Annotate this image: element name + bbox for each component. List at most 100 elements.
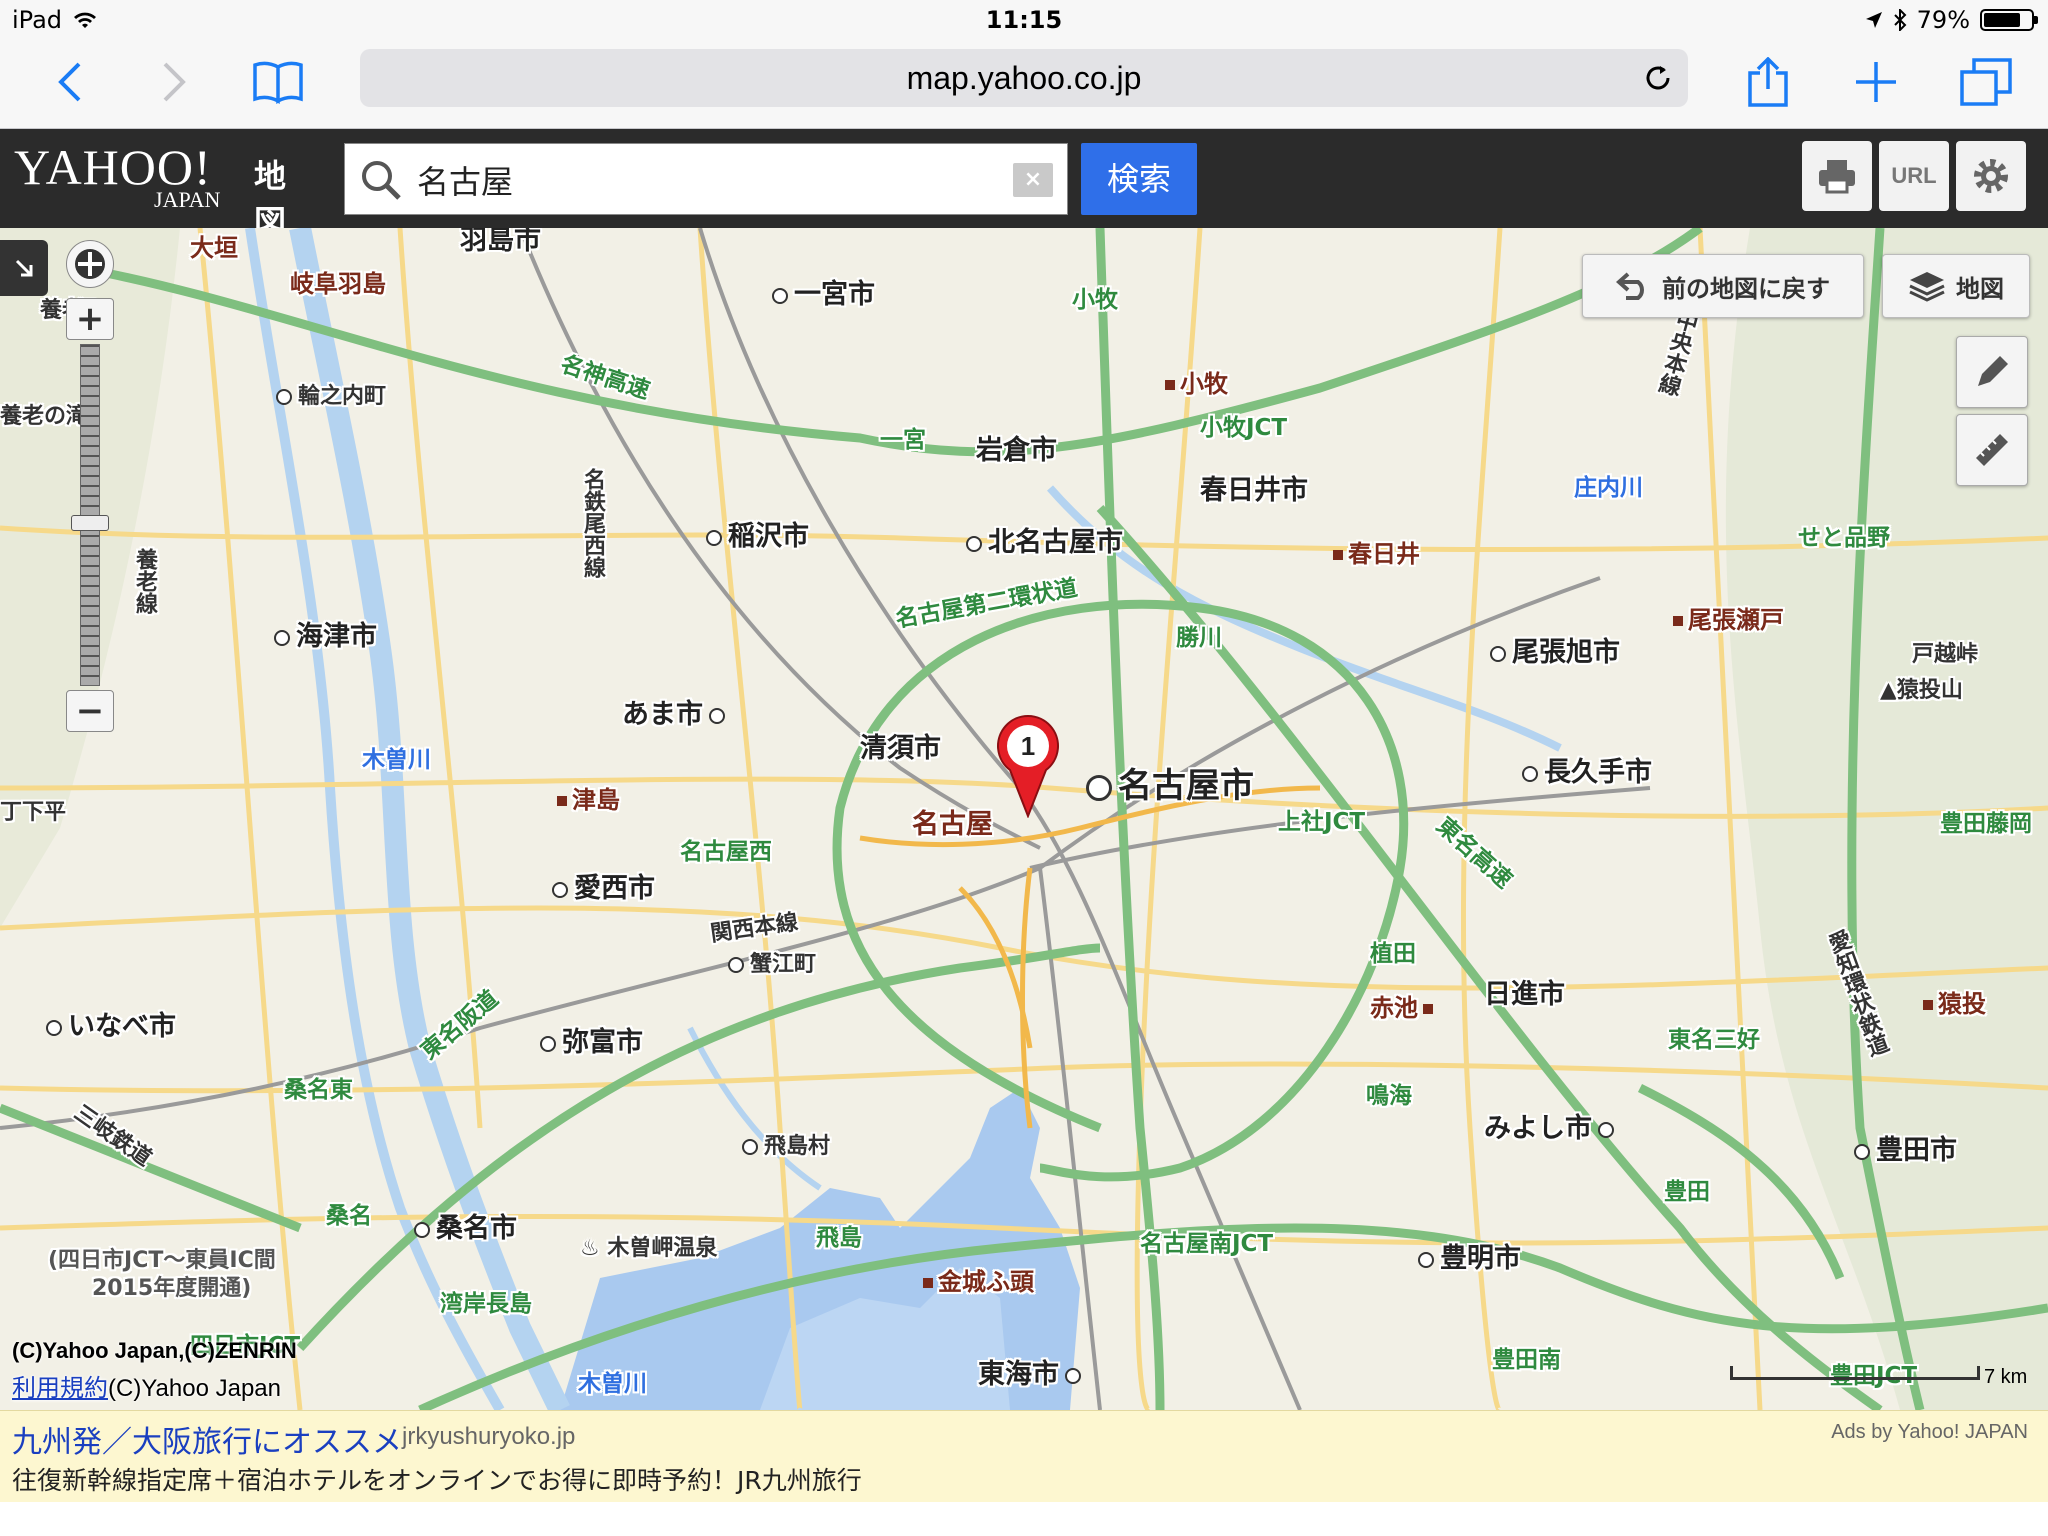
clear-search-button[interactable]: × [1013, 163, 1053, 197]
map-label-kuwana-shi[interactable]: 桑名市 [436, 1213, 517, 1244]
map-label-toyoake[interactable]: 豊明市 [1440, 1243, 1521, 1274]
map-label-sanage[interactable]: 猿投 [1938, 990, 1986, 1018]
map-label-kuwana-ic[interactable]: 桑名 [326, 1203, 372, 1229]
search-box: × [344, 143, 1068, 216]
share-icon[interactable] [1738, 52, 1798, 112]
yahoo-map-header: YAHOO! JAPAN 地図 × 検索 URL [0, 129, 2048, 241]
map-label-gifu-hashima[interactable]: 岐阜羽島 [290, 270, 386, 298]
map-label-ama[interactable]: あま市 [622, 699, 703, 730]
map-label-ueda[interactable]: 植田 [1370, 941, 1416, 967]
map-label-nagoya-sta[interactable]: 名古屋 [912, 809, 993, 840]
terms-link[interactable]: 利用規約 [12, 1375, 108, 1402]
gear-icon [1974, 159, 2008, 193]
map-label-kiso-river-2[interactable]: 木曽川 [578, 1371, 647, 1397]
zoom-slider-thumb[interactable] [71, 515, 109, 531]
map-label-kaizu[interactable]: 海津市 [296, 621, 377, 652]
map-label-kasugai-sta[interactable]: 春日井 [1348, 540, 1420, 568]
map-label-inazawa[interactable]: 稲沢市 [728, 521, 809, 552]
ad-domain[interactable]: jrkyushuryoko.jp [402, 1423, 575, 1451]
map-label-shimohira[interactable]: 丁下平 [0, 800, 66, 825]
bookmarks-icon[interactable] [248, 52, 308, 112]
map-label-miyoshi[interactable]: みよし市 [1484, 1113, 1592, 1144]
back-to-previous-map-button[interactable]: 前の地図に戻す [1582, 254, 1864, 318]
map-label-toyota-minami[interactable]: 豊田南 [1492, 1347, 1561, 1373]
address-bar[interactable]: map.yahoo.co.jp [360, 49, 1688, 107]
map-label-komaki-jct[interactable]: 小牧JCT [1200, 415, 1287, 441]
map-label-nagakute[interactable]: 長久手市 [1544, 757, 1652, 788]
map-label-seto-shinasen[interactable]: せと品野 [1798, 525, 1890, 551]
map-label-akaike[interactable]: 赤池 [1370, 994, 1418, 1022]
map-label-kiyosu[interactable]: 清須市 [860, 733, 941, 764]
zoom-out-button[interactable]: − [66, 690, 114, 732]
back-icon[interactable] [40, 52, 100, 112]
map-label-nagoya-nishi[interactable]: 名古屋西 [680, 839, 772, 865]
compass-icon [75, 249, 105, 279]
map-label-kisozaki[interactable]: 木曽岬温泉 [607, 1236, 717, 1261]
ad-credit[interactable]: Ads by Yahoo! JAPAN [1831, 1421, 2028, 1444]
pan-control[interactable] [66, 240, 114, 288]
ad-description: 往復新幹線指定席＋宿泊ホテルをオンラインでお得に即時予約！JR九州旅行 [12, 1466, 862, 1495]
map-label-hashima-shi[interactable]: 羽島市 [460, 228, 541, 256]
map-label-tobishima-ic[interactable]: 飛島 [816, 1225, 862, 1251]
url-button[interactable]: URL [1879, 141, 1949, 211]
map-label-tokai-shi[interactable]: 東海市 [978, 1359, 1059, 1390]
map-label-narumi[interactable]: 鳴海 [1366, 1083, 1412, 1109]
map-label-shonai-river[interactable]: 庄内川 [1574, 475, 1643, 501]
ad-banner[interactable]: 九州発／大阪旅行にオススメ jrkyushuryoko.jp Ads by Ya… [0, 1410, 2048, 1503]
map-label-tsushima[interactable]: 津島 [572, 786, 620, 814]
map-label-ichinomiya-shi[interactable]: 一宮市 [794, 279, 875, 310]
map-label-tokoshi[interactable]: 戸越峠 [1912, 642, 1978, 667]
map-label-kasugai-shi[interactable]: 春日井市 [1200, 475, 1308, 506]
map-label-toyota-shi[interactable]: 豊田市 [1876, 1135, 1957, 1166]
map-label-iwakura[interactable]: 岩倉市 [976, 435, 1057, 466]
map-label-inabe[interactable]: いなべ市 [68, 1011, 176, 1042]
search-input[interactable] [415, 144, 979, 216]
map-label-ichinomiya-ic[interactable]: 一宮 [880, 427, 926, 453]
map-label-nisshin[interactable]: 日進市 [1484, 979, 1565, 1010]
map-label-kamiyashiro-jct[interactable]: 上社JCT [1278, 809, 1365, 835]
yahoo-logo[interactable]: YAHOO! JAPAN 地図 [14, 142, 286, 241]
map-label-komaki-ic[interactable]: 小牧 [1072, 287, 1118, 313]
reload-icon[interactable] [1642, 62, 1674, 94]
print-button[interactable] [1802, 141, 1872, 211]
map-label-katsugawa[interactable]: 勝川 [1176, 625, 1222, 651]
map-label-aisai[interactable]: 愛西市 [574, 873, 655, 904]
map-label-higashi-meisan[interactable]: 東名三好 [1668, 1027, 1760, 1053]
map-label-ogaki[interactable]: 大垣 [190, 234, 238, 262]
map-canvas[interactable]: 大垣 羽島市 岐阜羽島 養老町 養老の滝 一宮市 小牧 小牧 小牧JCT 輪之内… [0, 228, 2048, 1410]
map-label-kuwana-higashi[interactable]: 桑名東 [284, 1077, 353, 1103]
map-layer-button[interactable]: 地図 [1882, 254, 2030, 318]
measure-tool-button[interactable] [1956, 414, 2028, 486]
search-button[interactable]: 検索 [1081, 143, 1197, 215]
map-label-nagoya-minami-jct[interactable]: 名古屋南JCT [1140, 1231, 1273, 1257]
map-label-meitetsu-bisai[interactable]: 名鉄尾西線 [580, 468, 605, 578]
map-label-sanage-yama[interactable]: 猿投山 [1897, 678, 1963, 703]
settings-button[interactable] [1956, 141, 2026, 211]
map-label-toyota-ic[interactable]: 豊田 [1664, 1179, 1710, 1205]
map-label-komaki-sta[interactable]: 小牧 [1180, 370, 1228, 398]
draw-tool-button[interactable] [1956, 336, 2028, 408]
map-label-owari-asahi[interactable]: 尾張旭市 [1512, 637, 1620, 668]
map-label-wangan-nagashima[interactable]: 湾岸長島 [440, 1291, 532, 1317]
location-pin-marker[interactable]: 1 [990, 708, 1066, 822]
zoom-in-button[interactable]: + [66, 298, 114, 340]
map-label-owari-seto[interactable]: 尾張瀬戸 [1688, 606, 1784, 634]
map-label-toyota-fujioka[interactable]: 豊田藤岡 [1940, 811, 2032, 837]
map-label-wanouchi[interactable]: 輪之内町 [298, 384, 386, 409]
scale-label: 7 km [1984, 1366, 2028, 1388]
map-label-yatomi[interactable]: 弥富市 [562, 1027, 643, 1058]
map-label-yoro-line[interactable]: 養老線 [132, 548, 157, 614]
zoom-slider[interactable] [71, 344, 109, 686]
map-label-nagoya-shi[interactable]: 名古屋市 [1118, 766, 1254, 806]
map-copyright: (C)Yahoo Japan,(C)ZENRIN [12, 1338, 297, 1363]
map-label-kitanagoya[interactable]: 北名古屋市 [988, 527, 1123, 558]
map-label-tobishima[interactable]: 飛島村 [764, 1134, 830, 1159]
map-label-kanie[interactable]: 蟹江町 [750, 952, 816, 977]
forward-icon[interactable] [144, 52, 204, 112]
tabs-icon[interactable] [1956, 52, 2016, 112]
new-tab-icon[interactable] [1846, 52, 1906, 112]
ad-title[interactable]: 九州発／大阪旅行にオススメ [12, 1417, 402, 1461]
expand-panel-button[interactable] [0, 240, 48, 296]
map-label-kiso-river[interactable]: 木曽川 [362, 747, 431, 773]
map-label-kinjo-futo[interactable]: 金城ふ頭 [938, 1268, 1034, 1296]
